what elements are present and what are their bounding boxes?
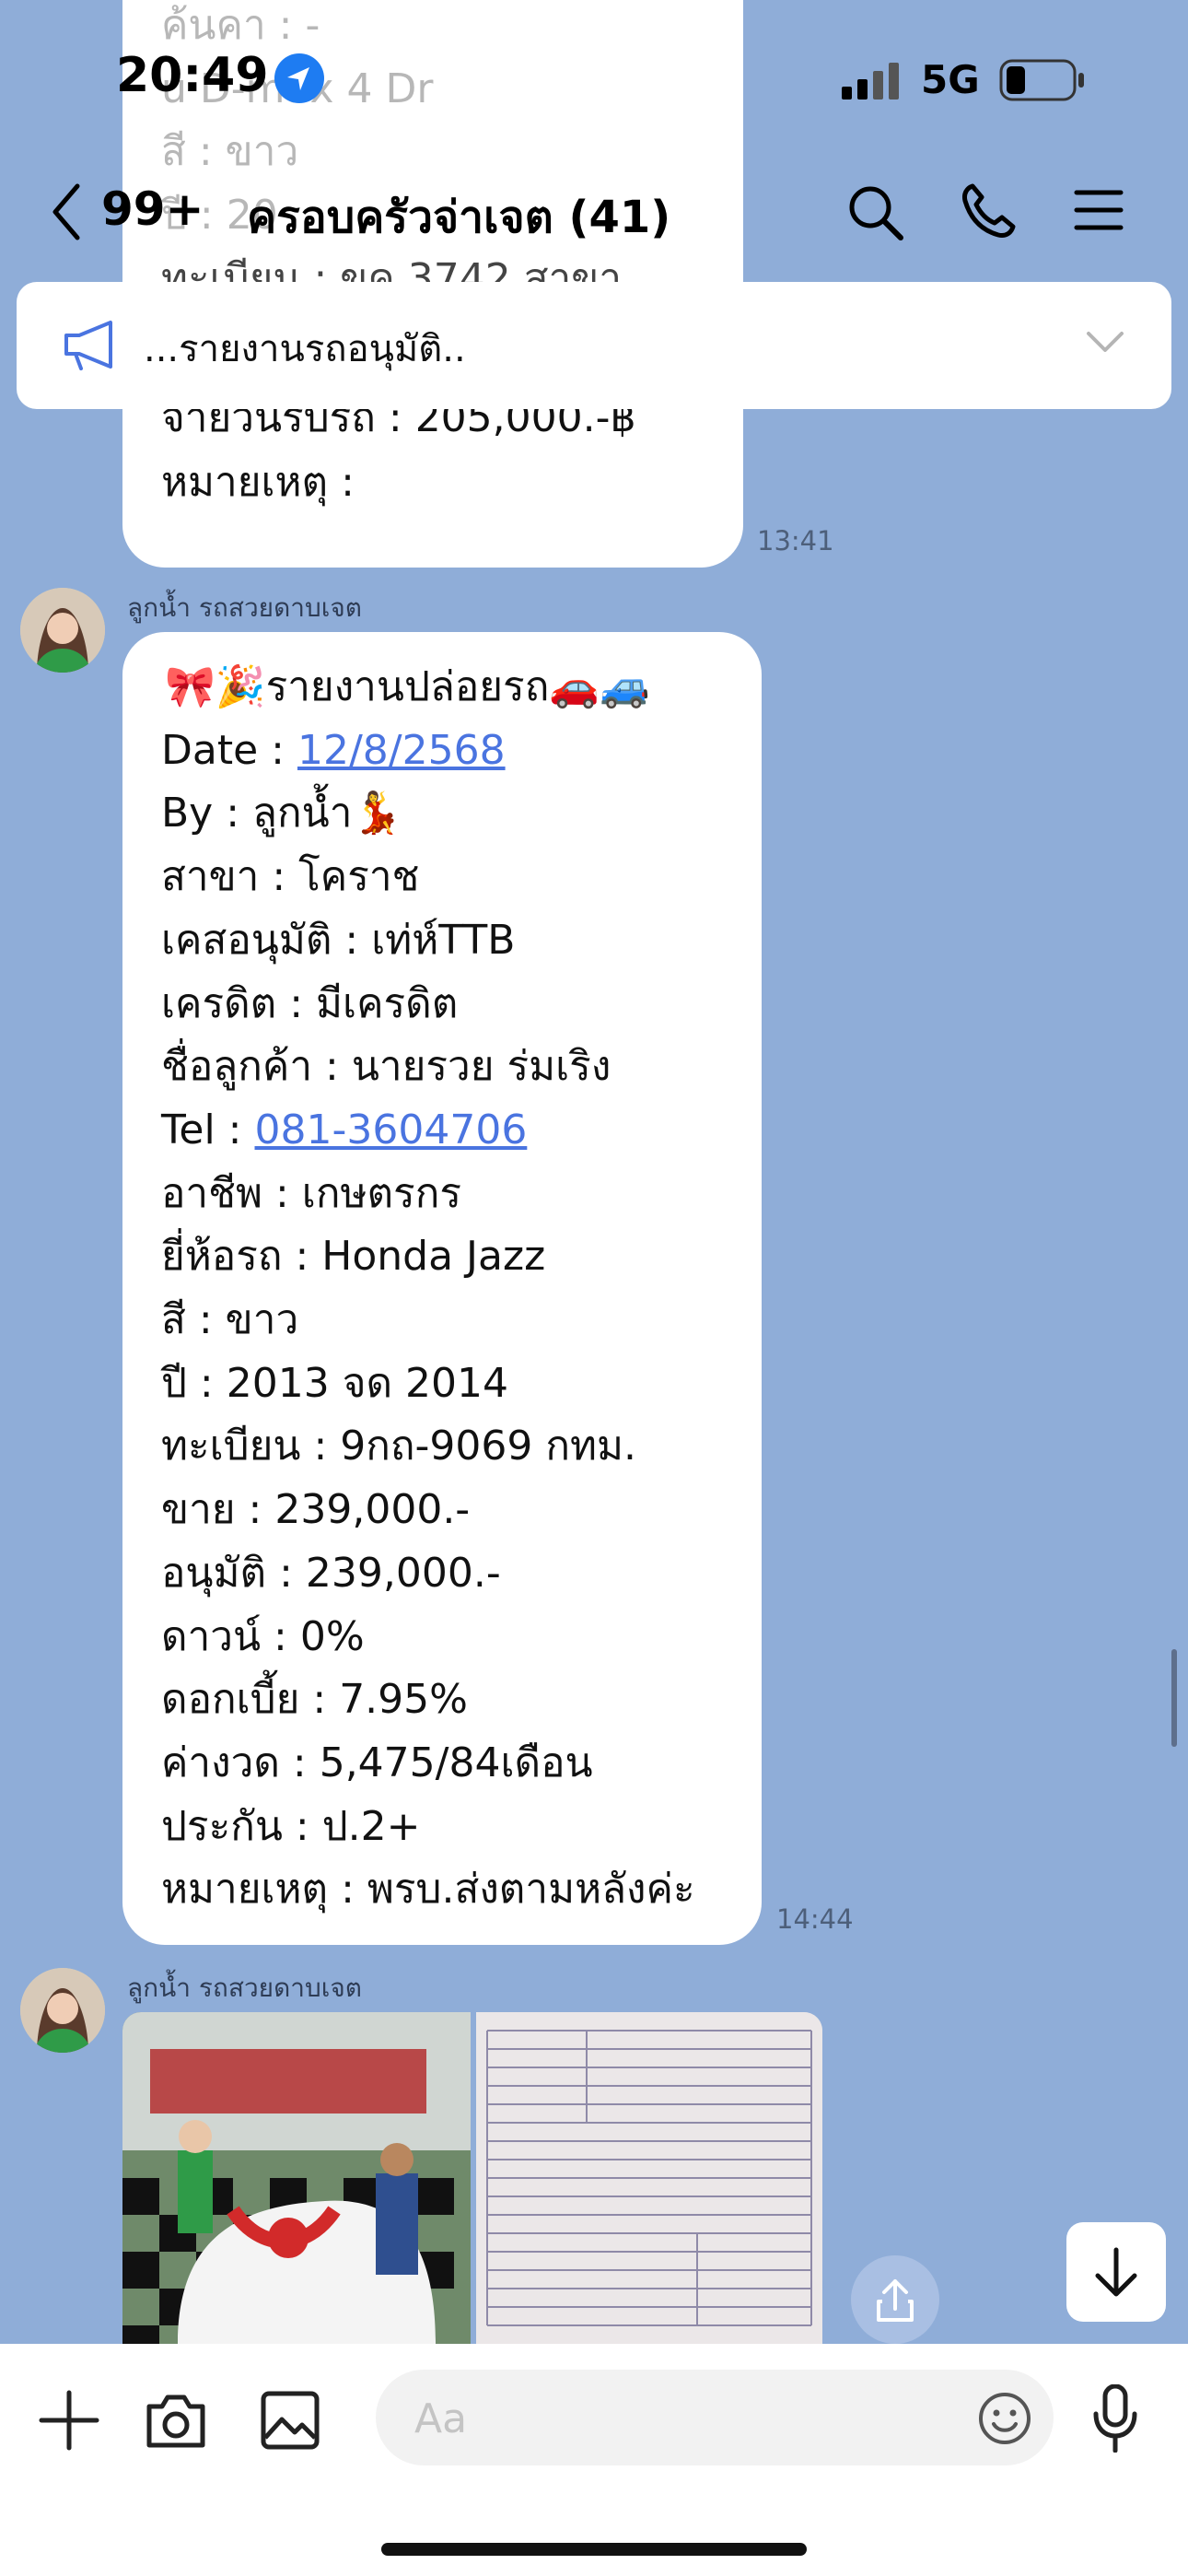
message-time: 13:41 <box>757 525 834 556</box>
camera-icon[interactable] <box>144 2392 208 2449</box>
line-label: ประกัน : ป.2+ <box>161 1802 421 1850</box>
location-arrow-icon <box>274 53 324 103</box>
line-label: By : ลูกน้ำ💃 <box>161 790 403 837</box>
avatar[interactable] <box>20 1968 105 2053</box>
sender-name: ลูกน้ำ รถสวยดาบเจต <box>127 1973 362 2003</box>
megaphone-icon <box>61 319 120 370</box>
message-time: 14:44 <box>776 1903 854 1935</box>
unread-count[interactable]: 99+ <box>101 182 204 236</box>
message-line: ยี่ห้อรถ : Honda Jazz <box>161 1225 723 1289</box>
line-label: เครดิต : มีเครดิต <box>161 979 459 1027</box>
line-label: 🎀🎉รายงานปล่อยรถ🚗🚙 <box>165 663 650 710</box>
message-line: By : ลูกน้ำ💃 <box>161 782 723 846</box>
microphone-icon[interactable] <box>1092 2384 1138 2453</box>
line-label: อนุมัติ : 239,000.- <box>161 1549 501 1597</box>
share-icon[interactable] <box>851 2255 939 2344</box>
line-label: สี : ขาว <box>161 1296 299 1344</box>
menu-icon[interactable] <box>1074 188 1124 232</box>
line-label: ยี่ห้อรถ : Honda Jazz <box>161 1233 546 1281</box>
input-placeholder: Aa <box>414 2395 468 2442</box>
message-line: 🎀🎉รายงานปล่อยรถ🚗🚙 <box>161 656 723 720</box>
photo-document[interactable] <box>476 2012 822 2344</box>
message-line: ทะเบียน : 9กถ-9069 กทม. <box>161 1415 723 1479</box>
line-label: สาขา : โคราช <box>161 853 420 901</box>
line-label: เคสอนุมัติ : เท่ห์TTB <box>161 916 516 964</box>
announcement-text: ...รายงานรถอนุมัติ.. <box>144 328 466 370</box>
input-bar: Aa <box>0 2344 1188 2576</box>
message-line: อาชีพ : เกษตรกร <box>161 1163 723 1226</box>
chat-title[interactable]: ครอบครัวจ่าเจต (41) <box>247 182 670 252</box>
line-label: Date : <box>161 726 297 774</box>
message-line: ดอกเบี้ย : 7.95% <box>161 1669 723 1732</box>
search-icon[interactable] <box>847 184 904 241</box>
emoji-icon[interactable] <box>978 2392 1031 2445</box>
plus-icon[interactable] <box>39 2390 99 2451</box>
status-bar: 20:49 5G <box>0 0 1188 157</box>
battery-icon <box>999 59 1086 101</box>
message-line: ปี : 2013 จด 2014 <box>161 1352 723 1416</box>
line-label: อาชีพ : เกษตรกร <box>161 1169 461 1217</box>
phone-link[interactable]: 081-3604706 <box>255 1107 528 1153</box>
image-icon[interactable] <box>260 2390 320 2451</box>
message-line: หมายเหตุ : พรบ.ส่งตามหลังค่ะ <box>161 1858 723 1922</box>
message-line: ดาวน์ : 0% <box>161 1606 723 1669</box>
message-line: หมายเหตุ : <box>161 459 355 506</box>
message-input[interactable]: Aa <box>376 2370 1054 2465</box>
back-chevron-icon[interactable] <box>50 182 83 241</box>
message-line: อนุมัติ : 239,000.- <box>161 1542 723 1606</box>
line-label: ค่างวด : 5,475/84เดือน <box>161 1739 593 1786</box>
message-line: เคสอนุมัติ : เท่ห์TTB <box>161 909 723 973</box>
message-bubble[interactable]: 🎀🎉รายงานปล่อยรถ🚗🚙 Date : 12/8/2568 By : … <box>122 632 762 1945</box>
message-line: สาขา : โคราช <box>161 846 723 909</box>
photo-delivery[interactable] <box>122 2012 471 2344</box>
scrollbar[interactable] <box>1171 1649 1177 1747</box>
line-label: ดอกเบี้ย : 7.95% <box>161 1676 468 1724</box>
avatar[interactable] <box>20 588 105 673</box>
chevron-down-icon[interactable] <box>1085 330 1125 356</box>
message-line: สี : ขาว <box>161 1289 723 1352</box>
announcement-banner[interactable]: ...รายงานรถอนุมัติ.. <box>17 282 1171 409</box>
message-line: ชื่อลูกค้า : นายรวย ร่มเริง <box>161 1036 723 1099</box>
scroll-down-button[interactable] <box>1066 2222 1166 2322</box>
network-label: 5G <box>921 57 980 102</box>
chat-header: 99+ ครอบครัวจ่าเจต (41) <box>0 166 1188 258</box>
line-label: ทะเบียน : 9กถ-9069 กทม. <box>161 1423 637 1470</box>
line-label: ชื่อลูกค้า : นายรวย ร่มเริง <box>161 1043 611 1091</box>
sender-name: ลูกน้ำ รถสวยดาบเจต <box>127 592 362 623</box>
message-line: เครดิต : มีเครดิต <box>161 973 723 1036</box>
line-label: ดาวน์ : 0% <box>161 1612 365 1660</box>
line-label: ขาย : 239,000.- <box>161 1486 471 1534</box>
message-line: Tel : 081-3604706 <box>161 1099 723 1163</box>
status-time: 20:49 <box>116 48 269 103</box>
message-line: ประกัน : ป.2+ <box>161 1796 723 1859</box>
message-line: ค่างวด : 5,475/84เดือน <box>161 1732 723 1796</box>
line-label: Tel : <box>161 1106 255 1153</box>
line-label: หมายเหตุ : พรบ.ส่งตามหลังค่ะ <box>161 1866 695 1914</box>
message-line: ขาย : 239,000.- <box>161 1479 723 1542</box>
line-label: ปี : 2013 จด 2014 <box>161 1359 509 1407</box>
message-line: Date : 12/8/2568 <box>161 720 723 783</box>
home-indicator <box>381 2543 807 2556</box>
date-link[interactable]: 12/8/2568 <box>297 727 506 774</box>
signal-bars-icon <box>840 61 904 100</box>
phone-icon[interactable] <box>960 182 1017 240</box>
